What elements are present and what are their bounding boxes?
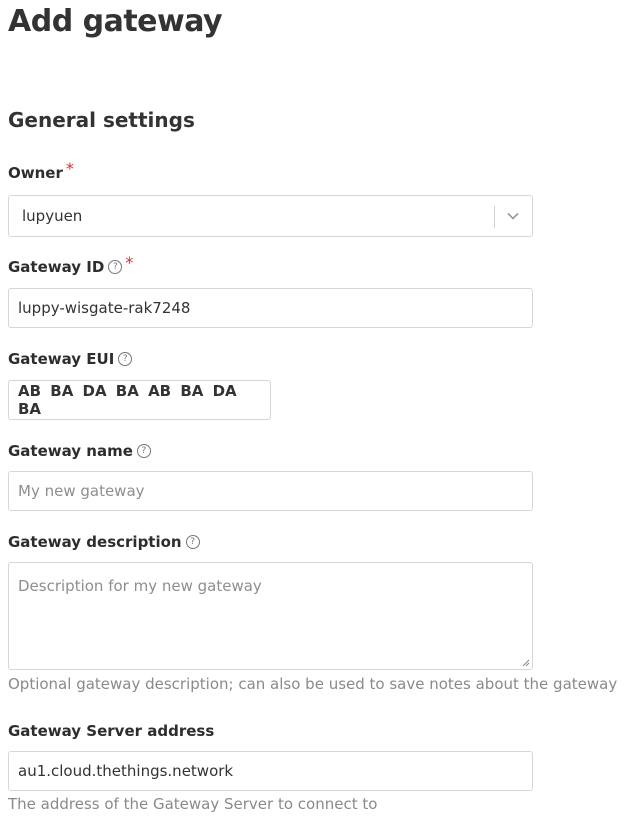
owner-select-value: lupyuen <box>22 207 83 225</box>
gateway-name-label: Gateway name ? <box>8 442 151 460</box>
gateway-name-input[interactable]: My new gateway <box>8 471 533 511</box>
gateway-eui-value: AB BA DA BA AB BA DA BA <box>18 382 237 418</box>
gateway-id-label: Gateway ID ? * <box>8 253 133 277</box>
owner-label-text: Owner <box>8 164 63 182</box>
add-gateway-page: Add gateway General settings Owner * lup… <box>0 0 630 830</box>
gateway-eui-label: Gateway EUI ? <box>8 350 133 368</box>
gateway-description-label: Gateway description ? <box>8 533 200 551</box>
gateway-id-label-text: Gateway ID <box>8 258 105 276</box>
gateway-name-label-text: Gateway name <box>8 442 133 460</box>
resize-handle-icon[interactable] <box>522 659 530 667</box>
help-icon[interactable]: ? <box>185 535 200 549</box>
help-icon[interactable]: ? <box>108 260 123 274</box>
gateway-name-placeholder: My new gateway <box>18 482 145 500</box>
select-divider <box>494 206 495 228</box>
owner-select[interactable]: lupyuen <box>8 195 533 237</box>
gateway-id-input[interactable]: luppy-wisgate-rak7248 <box>8 288 533 328</box>
gateway-server-address-label-text: Gateway Server address <box>8 722 215 740</box>
gateway-eui-label-text: Gateway EUI <box>8 350 115 368</box>
gateway-eui-input[interactable]: AB BA DA BA AB BA DA BA <box>8 380 271 420</box>
required-mark: * <box>125 253 134 272</box>
gateway-server-address-label: Gateway Server address <box>8 722 214 740</box>
page-title: Add gateway <box>8 4 223 39</box>
gateway-server-address-hint: The address of the Gateway Server to con… <box>8 795 378 813</box>
help-icon[interactable]: ? <box>136 444 151 458</box>
gateway-description-label-text: Gateway description <box>8 533 182 551</box>
section-title-general-settings: General settings <box>8 108 195 132</box>
required-mark: * <box>65 159 74 178</box>
gateway-description-placeholder: Description for my new gateway <box>18 577 262 595</box>
gateway-id-value: luppy-wisgate-rak7248 <box>18 299 191 317</box>
gateway-server-address-input[interactable]: au1.cloud.thethings.network <box>8 751 533 791</box>
chevron-down-icon[interactable] <box>505 208 521 224</box>
owner-label: Owner * <box>8 159 74 183</box>
gateway-description-hint: Optional gateway description; can also b… <box>8 675 618 693</box>
help-icon[interactable]: ? <box>118 352 133 366</box>
gateway-server-address-value: au1.cloud.thethings.network <box>18 762 234 780</box>
gateway-description-textarea[interactable]: Description for my new gateway <box>8 562 533 670</box>
